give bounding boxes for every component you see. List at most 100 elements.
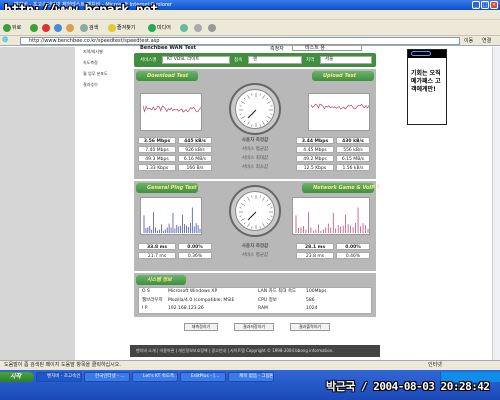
print-result-button[interactable]: 결과출력하기 [290, 323, 330, 331]
download-mbps-value: 49.3 Mbps [138, 155, 176, 162]
mail-icon [194, 23, 202, 32]
ping-test-title: General Ping Test [136, 183, 198, 193]
search-icon [80, 23, 88, 32]
game-test-title: Network Game & VoIP Test [302, 183, 388, 193]
speed-gauge [229, 83, 281, 135]
download-kbs-value: 445 kB/s [178, 137, 212, 144]
connection-label: 접속 [234, 58, 243, 63]
favorites-button[interactable]: 즐겨찾기 [108, 23, 135, 34]
history-icon [180, 23, 188, 32]
toolbar: 뒤로 검색 즐겨찾기 미디어 [0, 20, 500, 36]
game-ms-value: 28.1 ms [296, 243, 334, 250]
download-mbps-value: 1.33 Kbps [138, 164, 176, 171]
save-result-button[interactable]: 결과저장하기 [234, 323, 274, 331]
sysinfo-key: I P [142, 306, 148, 311]
sysinfo-value: 192.168.123.26 [168, 306, 204, 311]
media-icon [148, 23, 156, 32]
nav-item-monthly[interactable]: 월 업무 분포도 [83, 71, 130, 77]
nav-item-trend[interactable]: 결과추이 [83, 82, 130, 88]
gauge-tick [247, 95, 250, 99]
upload-kbs-value: 556 kB/s [336, 146, 370, 153]
trace-line [310, 103, 370, 110]
region-select[interactable]: 서울 [320, 56, 372, 64]
ping-ms-value: 33.8 ms [138, 243, 176, 250]
ping-ms-value: 21.7 ms [138, 252, 176, 259]
gauge-tick [239, 105, 242, 107]
back-button[interactable]: 뒤로 [3, 23, 21, 34]
gauge-tick [262, 121, 265, 125]
media-button[interactable]: 미디어 [148, 23, 171, 34]
stop-button[interactable] [42, 23, 51, 34]
links-label[interactable]: 연결 [482, 37, 491, 45]
gauge-tick [267, 116, 271, 119]
address-bar: 🌐 http://www.benchbee.co.kr/speedtest/sp… [0, 36, 500, 46]
game-ms-value: 23.8 ms [296, 252, 334, 259]
sysinfo-value: Mozilla/4.0 (compatible; MSIE [168, 297, 235, 303]
gauge-tick [267, 101, 271, 104]
back-arrow-icon [3, 23, 11, 32]
history-button[interactable] [180, 23, 189, 34]
refresh-icon [54, 23, 62, 32]
gauge-tick [259, 226, 261, 229]
main-content: Benchbee WAN Test 측정자 테스트 용 서비스명 KT VDSL… [130, 44, 388, 360]
gauge-tick [266, 199, 269, 202]
status-zone: 인터넷 [428, 362, 442, 368]
vertical-scrollbar[interactable] [492, 47, 500, 360]
game-loss-value: 0.00% [336, 243, 370, 250]
minimize-button[interactable]: _ [472, 1, 480, 9]
download-chart [140, 93, 202, 131]
sysinfo-key: O S [142, 289, 150, 294]
address-input[interactable]: http://www.benchbee.co.kr/speedtest/spee… [20, 37, 460, 45]
go-button[interactable]: 이동 [464, 37, 473, 45]
refresh-button[interactable] [54, 23, 63, 34]
connection-select[interactable]: 랜 [248, 56, 302, 64]
game-chart [292, 197, 370, 235]
home-button[interactable] [66, 23, 75, 34]
gauge-tick [270, 215, 273, 217]
start-button[interactable]: 시작 [0, 372, 34, 382]
nav-item-speed[interactable]: 속도측정 [83, 60, 130, 66]
download-kbs-value: 166 B/s [178, 164, 212, 171]
gauge-tick [259, 93, 261, 96]
megapass-ad-banner[interactable]: 기회는 오직 메가패스 고객에게만! [407, 49, 447, 125]
task-kt-speed[interactable]: Let's KT 속도측... [132, 372, 178, 382]
sysinfo-value2: 586 [306, 297, 315, 303]
retest-button[interactable]: 재측정하기 [184, 323, 218, 331]
service-label: 서비스명 [140, 58, 157, 63]
left-nav: 지역/회사별 속도측정 월 업무 분포도 결과추이 [75, 47, 130, 360]
gauge-tick [251, 93, 253, 96]
sysinfo-key: 웹브라우저 [142, 297, 163, 303]
sysinfo-value2: 1024 [306, 306, 318, 311]
upload-kbs-value: 430 kB/s [336, 137, 370, 144]
name-field[interactable]: 테스트 용 [292, 44, 362, 51]
service-select[interactable]: KT VDSL 라이트 [162, 56, 230, 64]
megapass-logo [408, 50, 446, 58]
gauge-tick [270, 113, 273, 115]
gauge-tick [262, 197, 265, 201]
print-button[interactable] [208, 23, 217, 34]
region-label: 지역 [306, 58, 315, 63]
ping-gauge [229, 185, 281, 237]
task-editplus[interactable]: EditPlus - [... [180, 372, 226, 382]
close-button[interactable]: × [490, 1, 498, 9]
mail-button[interactable] [194, 23, 203, 34]
download-kbs-value: 6.16 MB/s [178, 155, 212, 162]
task-paint[interactable]: 제목 없음 - 그림판 [228, 372, 274, 382]
page-footer: 벤치비 소개 | 이용약관 | 개인정보보호정책 | 광고안내 | 사이트맵 C… [130, 345, 380, 357]
ping-row-label: 서비스 평균값 [241, 253, 269, 258]
gauge-tick [267, 203, 271, 206]
gauge-tick [241, 101, 245, 104]
gauge-needle [247, 211, 257, 221]
maximize-button[interactable]: □ [481, 1, 489, 9]
gauge-tick [247, 121, 250, 125]
gauge-tick [243, 222, 246, 225]
gauge-tick [266, 222, 269, 225]
name-label: 측정자 [270, 46, 284, 52]
search-button[interactable]: 검색 [80, 23, 98, 34]
forward-button[interactable] [30, 23, 39, 34]
task-korea-internet[interactable]: 한국인터넷 - ... [84, 372, 130, 382]
nav-item-region[interactable]: 지역/회사별 [83, 49, 130, 55]
task-benchbee[interactable]: 벤치비 - 초고속인... [36, 372, 82, 382]
ping-loss-value: 0.36% [178, 252, 212, 259]
gauge-tick [247, 223, 250, 227]
